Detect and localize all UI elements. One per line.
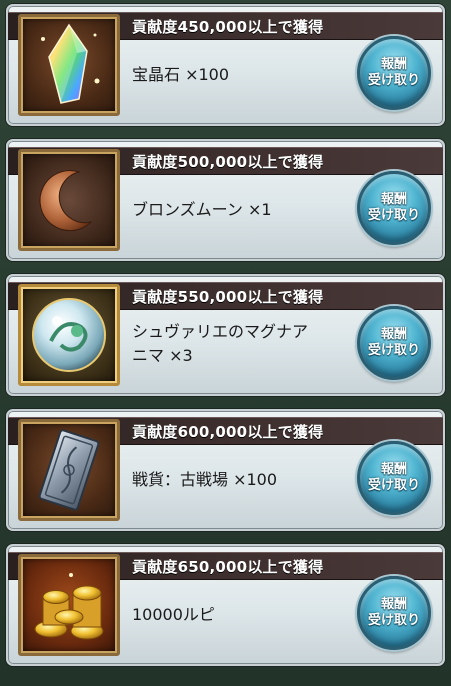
claim-button-label-bottom: 受け取り bbox=[367, 613, 420, 628]
claim-reward-button[interactable]: 報酬 受け取り bbox=[357, 171, 431, 245]
reward-requirement: 貢献度600,000以上で獲得 bbox=[132, 423, 324, 441]
reward-card: 貢献度550,000以上で獲得 シュヴァリエのマグナア ニマ ×3 報酬 受け取… bbox=[6, 274, 445, 396]
battle-token-icon bbox=[18, 419, 120, 521]
claim-button-label-top: 報酬 bbox=[380, 597, 407, 612]
claim-button-label-top: 報酬 bbox=[380, 327, 407, 342]
reward-list: 貢献度450,000以上で獲得 宝晶石 ×100 報酬 受け取り 貢献度500,… bbox=[0, 0, 451, 686]
reward-card: 貢献度600,000以上で獲得 戦貨：古戦場 ×100 報酬 受け取り bbox=[6, 409, 445, 531]
reward-requirement: 貢献度450,000以上で獲得 bbox=[132, 18, 324, 36]
reward-item: ブロンズムーン ×1 bbox=[132, 200, 272, 219]
reward-item: シュヴァリエのマグナア ニマ ×3 bbox=[132, 320, 352, 368]
reward-requirement: 貢献度550,000以上で獲得 bbox=[132, 288, 324, 306]
claim-button-label-bottom: 受け取り bbox=[367, 478, 420, 493]
reward-requirement: 貢献度650,000以上で獲得 bbox=[132, 558, 324, 576]
reward-item: 10000ルピ bbox=[132, 605, 215, 624]
claim-button-label-bottom: 受け取り bbox=[367, 343, 420, 358]
reward-card: 貢献度500,000以上で獲得 ブロンズムーン ×1 報酬 受け取り bbox=[6, 139, 445, 261]
claim-reward-button[interactable]: 報酬 受け取り bbox=[357, 441, 431, 515]
claim-button-label-bottom: 受け取り bbox=[367, 73, 420, 88]
reward-card: 貢献度650,000以上で獲得 10000ルピ 報酬 受け取り bbox=[6, 544, 445, 666]
reward-item-line: ニマ ×3 bbox=[132, 346, 193, 365]
reward-item: 宝晶石 ×100 bbox=[132, 65, 230, 84]
claim-button-label-top: 報酬 bbox=[380, 462, 407, 477]
claim-button-label-bottom: 受け取り bbox=[367, 208, 420, 223]
crystal-icon bbox=[18, 14, 120, 116]
bronze-moon-icon bbox=[18, 149, 120, 251]
magna-anima-orb-icon bbox=[18, 284, 120, 386]
claim-reward-button[interactable]: 報酬 受け取り bbox=[357, 576, 431, 650]
reward-item-line: シュヴァリエのマグナア bbox=[132, 322, 309, 341]
claim-button-label-top: 報酬 bbox=[380, 192, 407, 207]
rupie-coins-icon bbox=[18, 554, 120, 656]
claim-button-label-top: 報酬 bbox=[380, 57, 407, 72]
reward-requirement: 貢献度500,000以上で獲得 bbox=[132, 153, 324, 171]
claim-reward-button[interactable]: 報酬 受け取り bbox=[357, 306, 431, 380]
reward-card: 貢献度450,000以上で獲得 宝晶石 ×100 報酬 受け取り bbox=[6, 4, 445, 126]
claim-reward-button[interactable]: 報酬 受け取り bbox=[357, 36, 431, 110]
reward-item: 戦貨：古戦場 ×100 bbox=[132, 470, 278, 489]
